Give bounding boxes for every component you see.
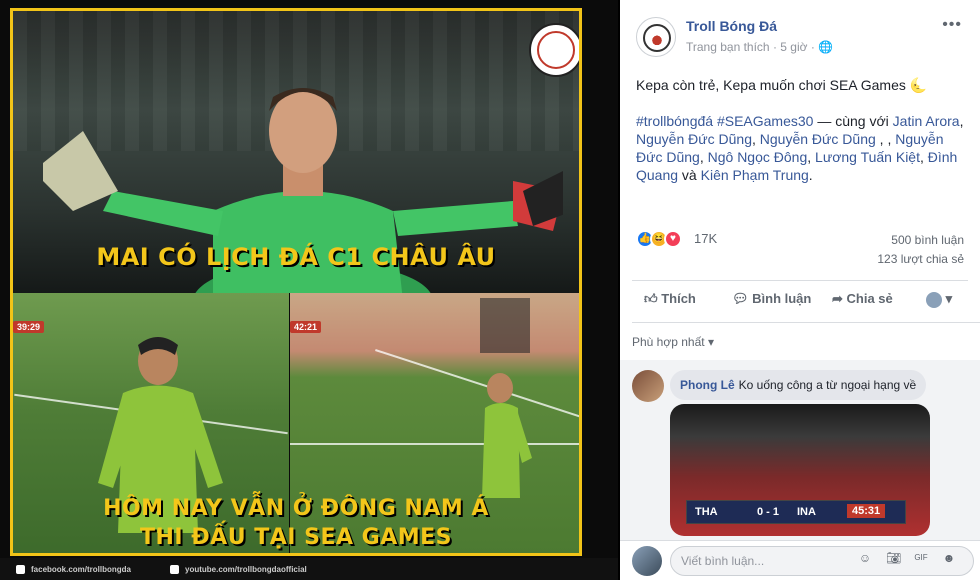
tag-link[interactable]: Jatin Arora [893, 113, 960, 129]
scoreboard: THA 0 - 1 INA 45:31 [686, 500, 906, 524]
hashtags[interactable]: #trollbóngđá #SEAGames30 [636, 113, 813, 129]
post-image[interactable]: MAI CÓ LỊCH ĐÁ C1 CHÂU ÂU 39:29 42:21 HÔ… [0, 0, 618, 580]
facebook-icon [16, 565, 25, 575]
camera-icon[interactable]: 📷︎ [886, 551, 901, 565]
more-options-icon[interactable]: ••• [942, 16, 962, 34]
gif-icon[interactable]: GIF [914, 551, 928, 565]
emoji-icon[interactable]: ☺ [858, 551, 872, 565]
post-sidebar: Troll Bóng Đá Trang bạn thích · 5 giờ · … [620, 0, 980, 580]
comment-text: Ko uống công a từ ngoại hạng về [738, 378, 917, 392]
youtube-icon [170, 565, 179, 575]
post-body: Kepa còn trẻ, Kepa muốn chơi SEA Games 🌜 [636, 77, 928, 93]
tag-link[interactable]: Nguyễn Đức Dũng [760, 131, 876, 147]
tag-link[interactable]: Nguyễn Đức Dũng [636, 131, 752, 147]
page-avatar[interactable] [636, 17, 676, 57]
post-meta: Trang bạn thích · 5 giờ · 🌐 [686, 40, 834, 54]
post-tags: #trollbóngđá #SEAGames30 — cùng với Jati… [636, 113, 964, 183]
love-reaction-icon: ♥ [664, 230, 682, 248]
chevron-down-icon: ▾ [707, 335, 714, 349]
comment-input[interactable]: Viết bình luận... [670, 546, 974, 576]
commenter-avatar[interactable] [632, 370, 664, 402]
chevron-down-icon: ▾ [945, 291, 953, 306]
reaction-count[interactable]: 17K [694, 231, 717, 246]
tag-link[interactable]: Kiên Phạm Trung [701, 167, 809, 183]
comment-composer: Viết bình luận... ☺ 📷︎ GIF ☻ [620, 540, 980, 580]
share-icon: ➦ [832, 291, 847, 306]
comment-image[interactable]: THA 0 - 1 INA 45:31 [670, 404, 930, 536]
user-avatar [632, 546, 662, 576]
comment-sort-dropdown[interactable]: Phù hợp nhất ▾ [632, 335, 714, 349]
action-bar: 👍︎ Thích 💬︎ Bình luận ➦ Chia sẻ ▾ [632, 280, 968, 320]
divider [632, 322, 980, 323]
like-icon: 👍︎ [644, 291, 662, 306]
comment-bubble: Phong Lê Ko uống công a từ ngoại hạng về [670, 370, 927, 400]
profile-avatar-icon [926, 291, 942, 308]
like-button[interactable]: 👍︎ Thích [644, 291, 696, 307]
share-button[interactable]: ➦ Chia sẻ [832, 291, 893, 307]
comment-button[interactable]: 💬︎ Bình luận [732, 291, 811, 307]
sticker-icon[interactable]: ☻ [942, 551, 956, 565]
globe-icon: 🌐 [818, 40, 834, 54]
shares-count[interactable]: 123 lượt chia sẻ [877, 252, 964, 266]
post-as-selector[interactable]: ▾ [926, 291, 952, 308]
tag-link[interactable]: Ngô Ngọc Đông [708, 149, 808, 165]
comments-count[interactable]: 500 bình luận [891, 233, 964, 247]
page-name[interactable]: Troll Bóng Đá [686, 18, 777, 34]
commenter-name[interactable]: Phong Lê [680, 378, 735, 392]
tag-link[interactable]: Lương Tuấn Kiệt [815, 149, 920, 165]
comment-icon: 💬︎ [732, 291, 753, 306]
comment-section: Phong Lê Ko uống công a từ ngoại hạng về … [620, 360, 980, 540]
yellow-frame [10, 8, 582, 556]
image-footer: facebook.com/trollbongda youtube.com/tro… [0, 558, 618, 580]
